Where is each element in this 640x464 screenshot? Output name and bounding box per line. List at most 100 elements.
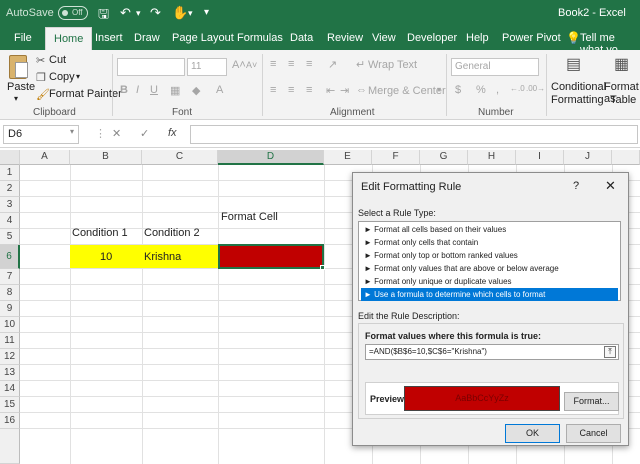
format-button[interactable]: Format... bbox=[564, 392, 619, 411]
column-header-j[interactable]: J bbox=[564, 150, 612, 165]
fill-color-icon[interactable]: ◆ bbox=[192, 84, 200, 97]
paste-icon[interactable] bbox=[9, 55, 28, 79]
row-header-5[interactable]: 5 bbox=[0, 229, 20, 245]
font-name-combo[interactable] bbox=[117, 58, 185, 76]
rule-type-item-selected[interactable]: ► Use a formula to determine which cells… bbox=[361, 288, 618, 301]
row-header-13[interactable]: 13 bbox=[0, 365, 20, 381]
row-header-16[interactable]: 16 bbox=[0, 413, 20, 429]
row-header-17[interactable] bbox=[0, 429, 20, 464]
merge-center-icon[interactable]: ⇔ bbox=[356, 84, 367, 96]
underline-button[interactable]: U bbox=[150, 84, 158, 96]
column-header-d[interactable]: D bbox=[218, 150, 324, 165]
merge-dropdown-icon[interactable]: ▾ bbox=[437, 85, 441, 94]
cancel-button[interactable]: Cancel bbox=[566, 424, 621, 443]
wrap-text-icon[interactable]: ↵ bbox=[356, 58, 365, 71]
row-header-15[interactable]: 15 bbox=[0, 397, 20, 413]
currency-button[interactable]: $ bbox=[455, 84, 461, 96]
row-header-8[interactable]: 8 bbox=[0, 285, 20, 301]
autosave-toggle[interactable]: Off bbox=[58, 6, 88, 20]
redo-icon[interactable]: ↷ bbox=[150, 5, 161, 21]
align-right-icon[interactable]: ≡ bbox=[306, 84, 312, 96]
format-as-table-label-2[interactable]: Table bbox=[610, 94, 636, 106]
paste-dropdown-icon[interactable]: ▾ bbox=[14, 94, 18, 103]
select-all-corner[interactable] bbox=[0, 150, 20, 165]
number-format-combo[interactable]: General bbox=[451, 58, 539, 76]
rule-type-list[interactable]: ► Format all cells based on their values… bbox=[358, 221, 621, 301]
tab-insert[interactable]: Insert bbox=[95, 32, 123, 44]
column-header-i[interactable]: I bbox=[516, 150, 564, 165]
tab-formulas[interactable]: Formulas bbox=[237, 32, 283, 44]
font-color-icon[interactable]: A bbox=[216, 84, 223, 96]
name-box[interactable]: D6 bbox=[3, 125, 79, 144]
tab-page-layout[interactable]: Page Layout bbox=[172, 32, 234, 44]
column-header-e[interactable]: E bbox=[324, 150, 372, 165]
cell-d4[interactable]: Format Cell bbox=[221, 211, 278, 223]
close-button[interactable]: ✕ bbox=[605, 178, 616, 194]
tab-view[interactable]: View bbox=[372, 32, 396, 44]
tab-file[interactable]: File bbox=[14, 32, 32, 44]
insert-function-icon[interactable]: fx bbox=[168, 127, 177, 139]
comma-button[interactable]: , bbox=[496, 84, 499, 96]
format-painter-button[interactable]: Format Painter bbox=[49, 88, 122, 100]
row-header-10[interactable]: 10 bbox=[0, 317, 20, 333]
row-header-11[interactable]: 11 bbox=[0, 333, 20, 349]
format-as-table-icon[interactable]: ▦ bbox=[614, 54, 629, 74]
tab-review[interactable]: Review bbox=[327, 32, 363, 44]
align-left-icon[interactable]: ≡ bbox=[270, 84, 276, 96]
column-header-a[interactable]: A bbox=[20, 150, 70, 165]
tab-developer[interactable]: Developer bbox=[407, 32, 457, 44]
conditional-formatting-label-2[interactable]: Formatting bbox=[551, 94, 604, 106]
tab-home[interactable]: Home bbox=[45, 27, 93, 50]
align-middle-icon[interactable]: ≡ bbox=[288, 58, 294, 70]
row-header-4[interactable]: 4 bbox=[0, 213, 20, 229]
rule-type-item[interactable]: ► Format all cells based on their values bbox=[361, 223, 618, 236]
help-button[interactable]: ? bbox=[573, 180, 579, 192]
decrease-font-icon[interactable]: A˅ bbox=[246, 60, 257, 70]
cell-b6[interactable]: 10 bbox=[100, 251, 112, 263]
font-size-combo[interactable]: 11 bbox=[187, 58, 227, 76]
row-header-3[interactable]: 3 bbox=[0, 197, 20, 213]
copy-button[interactable]: Copy bbox=[49, 71, 75, 83]
bold-button[interactable]: B bbox=[120, 84, 128, 96]
undo-icon[interactable]: ↶ bbox=[120, 5, 131, 21]
name-box-dropdown-icon[interactable]: ▾ bbox=[70, 127, 74, 136]
column-header-f[interactable]: F bbox=[372, 150, 420, 165]
cell-b5[interactable]: Condition 1 bbox=[72, 227, 128, 239]
column-header-g[interactable]: G bbox=[420, 150, 468, 165]
cut-icon[interactable]: ✂ bbox=[36, 54, 45, 67]
increase-font-icon[interactable]: A˄ bbox=[232, 59, 246, 71]
row-header-2[interactable]: 2 bbox=[0, 181, 20, 197]
row-header-14[interactable]: 14 bbox=[0, 381, 20, 397]
align-bottom-icon[interactable]: ≡ bbox=[306, 58, 312, 70]
column-header-k[interactable] bbox=[612, 150, 640, 165]
formula-input[interactable] bbox=[190, 125, 638, 144]
tab-draw[interactable]: Draw bbox=[134, 32, 160, 44]
percent-button[interactable]: % bbox=[476, 84, 486, 96]
wrap-text-button[interactable]: Wrap Text bbox=[368, 59, 417, 71]
save-icon[interactable]: 🖫 bbox=[98, 5, 109, 27]
row-header-1[interactable]: 1 bbox=[0, 165, 20, 181]
copy-dropdown-icon[interactable]: ▾ bbox=[76, 72, 80, 81]
tab-power-pivot[interactable]: Power Pivot bbox=[502, 32, 561, 44]
rule-type-item[interactable]: ► Format only cells that contain bbox=[361, 236, 618, 249]
column-header-h[interactable]: H bbox=[468, 150, 516, 165]
column-header-c[interactable]: C bbox=[142, 150, 218, 165]
merge-center-button[interactable]: Merge & Center bbox=[368, 85, 446, 97]
touch-mode-icon[interactable]: ✋ bbox=[172, 5, 188, 21]
increase-indent-icon[interactable]: ⇥ bbox=[340, 84, 349, 97]
collapse-dialog-icon[interactable]: ⤒ bbox=[604, 346, 616, 358]
decrease-indent-icon[interactable]: ⇤ bbox=[326, 84, 335, 97]
row-header-6[interactable]: 6 bbox=[0, 245, 20, 269]
row-header-9[interactable]: 9 bbox=[0, 301, 20, 317]
rule-type-item[interactable]: ► Format only unique or duplicate values bbox=[361, 275, 618, 288]
format-painter-icon[interactable]: 🖌 bbox=[36, 88, 50, 101]
fill-handle[interactable] bbox=[320, 265, 325, 270]
cell-c6[interactable]: Krishna bbox=[144, 251, 181, 263]
ok-button[interactable]: OK bbox=[505, 424, 560, 443]
conditional-formatting-icon[interactable]: ▤ bbox=[566, 54, 581, 74]
italic-button[interactable]: I bbox=[136, 84, 139, 96]
cut-button[interactable]: Cut bbox=[49, 54, 66, 66]
cell-d6-selected[interactable] bbox=[218, 244, 324, 269]
align-top-icon[interactable]: ≡ bbox=[270, 58, 276, 70]
cell-c5[interactable]: Condition 2 bbox=[144, 227, 200, 239]
